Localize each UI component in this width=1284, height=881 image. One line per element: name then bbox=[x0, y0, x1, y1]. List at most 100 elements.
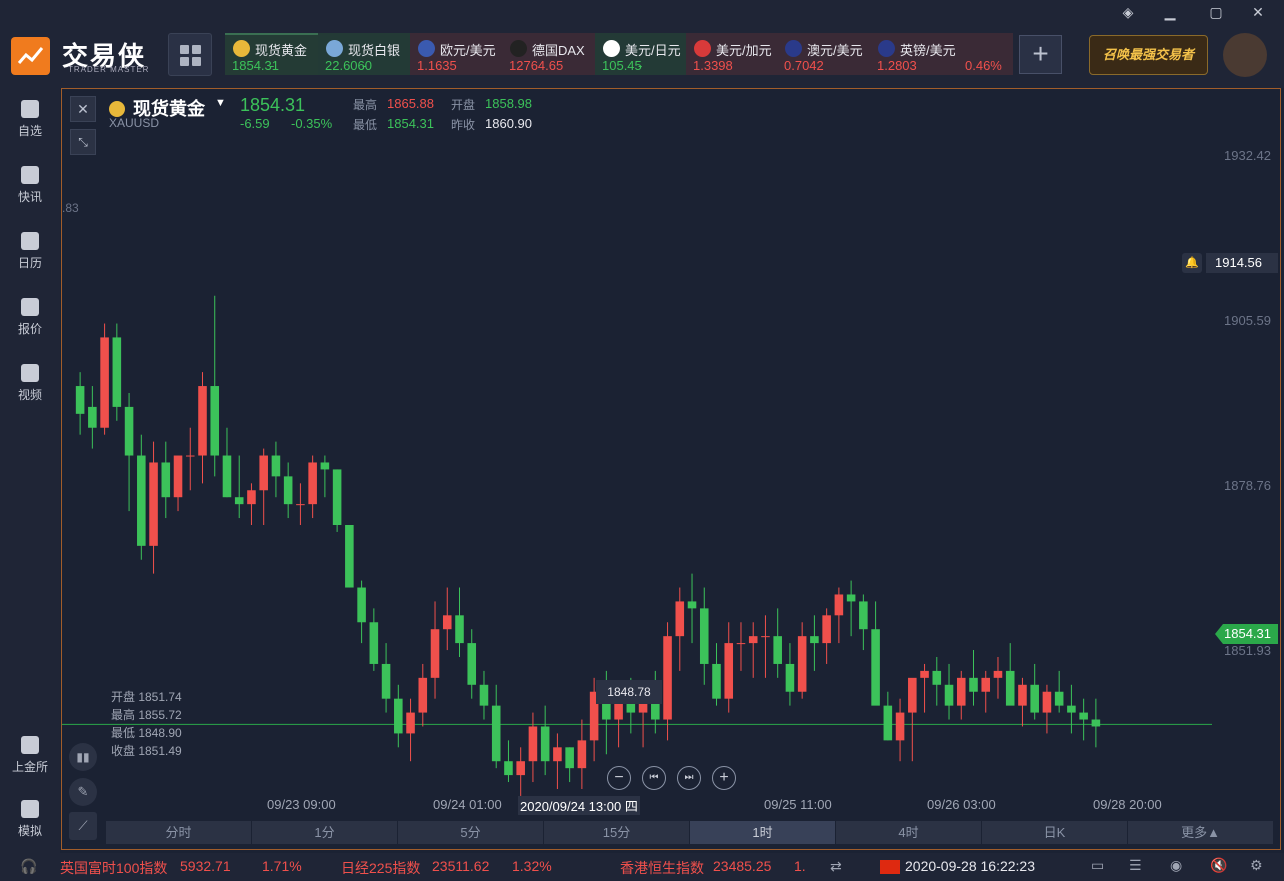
candle-body bbox=[663, 636, 672, 720]
instrument-tab[interactable]: 英镑/美元 1.2803 0.46% bbox=[870, 33, 1013, 75]
tab-name: 现货黄金 bbox=[255, 43, 308, 58]
sidebar: 自选快讯日历报价视频上金所模拟 bbox=[0, 88, 60, 853]
datetime: 2020-09-28 16:22:23 bbox=[905, 858, 1035, 874]
y-tick-label: 1851.93 bbox=[1224, 643, 1271, 658]
candle-body bbox=[357, 587, 366, 623]
camera-icon[interactable]: ◉ bbox=[1170, 857, 1182, 874]
zoom-out-button[interactable]: − bbox=[607, 766, 631, 790]
sidebar-item-1[interactable]: 自选 bbox=[0, 100, 60, 139]
bell-icon[interactable]: 🔔 bbox=[1182, 253, 1202, 273]
candle-body bbox=[198, 386, 207, 456]
skip-forward-button[interactable]: ⏭ bbox=[677, 766, 701, 790]
candle-body bbox=[1042, 691, 1052, 713]
ticker-name[interactable]: 香港恒生指数 bbox=[620, 858, 704, 878]
wallet-icon bbox=[21, 800, 39, 818]
current-price-tag: 1854.31 bbox=[1215, 624, 1278, 644]
indicator-icon[interactable]: ▮▮ bbox=[69, 743, 97, 771]
translate-icon[interactable]: ⇄ bbox=[830, 858, 842, 875]
sidebar-item-label: 自选 bbox=[17, 124, 42, 138]
instrument-tab[interactable]: 美元/日元 105.45- bbox=[595, 33, 686, 75]
zoom-in-button[interactable]: + bbox=[712, 766, 736, 790]
candle-body bbox=[699, 608, 709, 664]
timeframe-tab[interactable]: 更多▲ bbox=[1128, 821, 1273, 844]
promo-banner[interactable]: 召唤最强交易者 bbox=[1089, 35, 1208, 75]
ticker-change: 1.71% bbox=[262, 858, 302, 874]
ticker-value: 5932.71 bbox=[180, 858, 231, 874]
y-tick-label: 1878.76 bbox=[1224, 478, 1271, 493]
candle-body bbox=[785, 663, 795, 692]
candle-body bbox=[283, 476, 293, 505]
x-tick-label: 09/25 11:00 bbox=[764, 797, 832, 812]
candle-body bbox=[1054, 691, 1064, 706]
layers-icon[interactable]: ◈ bbox=[1118, 4, 1138, 21]
timeframe-tab[interactable]: 分时 bbox=[106, 821, 251, 844]
timeframe-tab[interactable]: 1时 bbox=[690, 821, 835, 844]
settings-icon[interactable]: ⚙ bbox=[1250, 857, 1263, 874]
tab-price: 1.1635 bbox=[417, 58, 457, 73]
timeframe-tab[interactable]: 1分 bbox=[252, 821, 397, 844]
left-cut-label: .83 bbox=[62, 201, 79, 215]
candle-body bbox=[773, 636, 782, 664]
minimize-icon[interactable]: ▁ bbox=[1160, 4, 1180, 21]
flag-icon bbox=[878, 40, 895, 57]
tab-change: - bbox=[362, 58, 367, 73]
candle-body bbox=[381, 663, 391, 699]
alert-price-label[interactable]: 1914.56 bbox=[1206, 253, 1278, 273]
instrument-tab[interactable]: 现货黄金 1854.31- bbox=[225, 33, 318, 75]
candle-body bbox=[467, 643, 477, 685]
maximize-icon[interactable]: ▢ bbox=[1206, 4, 1226, 21]
instrument-tab[interactable]: 美元/加元 1.3398 bbox=[686, 33, 777, 75]
headset-icon[interactable]: 🎧 bbox=[20, 858, 37, 875]
timeframe-tab[interactable]: 5分 bbox=[398, 821, 543, 844]
candle-body bbox=[430, 629, 440, 678]
candle-body bbox=[112, 337, 122, 407]
tab-price: 12764.65 bbox=[509, 58, 564, 73]
candle-body bbox=[993, 670, 1003, 678]
sidebar-item-label: 视频 bbox=[17, 388, 42, 402]
chart-panel[interactable]: ✕ ⤡ 现货黄金 ▼ XAUUSD 1854.31 -6.59 -0.35% 最… bbox=[61, 88, 1281, 850]
instrument-tab[interactable]: 欧元/美元 1.1635 bbox=[410, 33, 502, 75]
tab-price: 1.3398 bbox=[693, 58, 733, 73]
china-flag-icon bbox=[880, 860, 900, 874]
sidebar-item-2[interactable]: 快讯 bbox=[0, 166, 60, 205]
line-tool-icon[interactable]: ⟋ bbox=[69, 812, 97, 840]
instrument-tab[interactable]: 德国DAX 12764.65 bbox=[502, 33, 595, 75]
sidebar-item-4[interactable]: 报价 bbox=[0, 298, 60, 337]
sidebar-item-3[interactable]: 日历 bbox=[0, 232, 60, 271]
avatar[interactable] bbox=[1223, 33, 1267, 77]
candle-body bbox=[687, 601, 697, 609]
bookmark-icon bbox=[21, 100, 39, 118]
sidebar-item-6[interactable]: 上金所 bbox=[0, 736, 60, 775]
candle-body bbox=[956, 677, 966, 706]
candle-body bbox=[173, 455, 183, 498]
candle-body bbox=[75, 386, 85, 414]
candle-body bbox=[491, 705, 501, 762]
sidebar-item-label: 上金所 bbox=[11, 760, 48, 774]
candle-body bbox=[1030, 684, 1039, 713]
mute-icon[interactable]: 🔇 bbox=[1210, 857, 1227, 874]
menu-icon[interactable]: ☰ bbox=[1129, 857, 1142, 874]
sidebar-item-7[interactable]: 模拟 bbox=[0, 800, 60, 839]
candlestick-chart[interactable] bbox=[62, 89, 1280, 849]
timeframe-tab[interactable]: 日K bbox=[982, 821, 1127, 844]
candle-body bbox=[797, 636, 807, 692]
instrument-tab[interactable]: 现货白银 22.6060- bbox=[318, 33, 410, 75]
tab-price: 0.7042 bbox=[784, 58, 824, 73]
no-display-icon[interactable]: ▭ bbox=[1091, 857, 1104, 874]
sidebar-item-5[interactable]: 视频 bbox=[0, 364, 60, 403]
close-window-icon[interactable]: ✕ bbox=[1248, 4, 1268, 21]
instrument-tab[interactable]: 澳元/美元 0.7042 bbox=[777, 33, 870, 75]
tab-name: 英镑/美元 bbox=[900, 43, 956, 58]
pen-icon[interactable]: ✎ bbox=[69, 778, 97, 806]
candle-body bbox=[308, 462, 317, 505]
tab-name: 澳元/美元 bbox=[807, 43, 863, 58]
skip-back-button[interactable]: ⏮ bbox=[642, 766, 666, 790]
ticker-name[interactable]: 英国富时100指数 bbox=[60, 858, 167, 878]
x-tick-label: 09/28 20:00 bbox=[1093, 797, 1162, 812]
timeframe-tab[interactable]: 4时 bbox=[836, 821, 981, 844]
timeframe-tab[interactable]: 15分 bbox=[544, 821, 689, 844]
add-tab-button[interactable]: + bbox=[1019, 35, 1062, 74]
ticker-name[interactable]: 日经225指数 bbox=[341, 858, 420, 878]
candle-body bbox=[1018, 684, 1027, 706]
grid-menu-button[interactable] bbox=[168, 33, 212, 76]
